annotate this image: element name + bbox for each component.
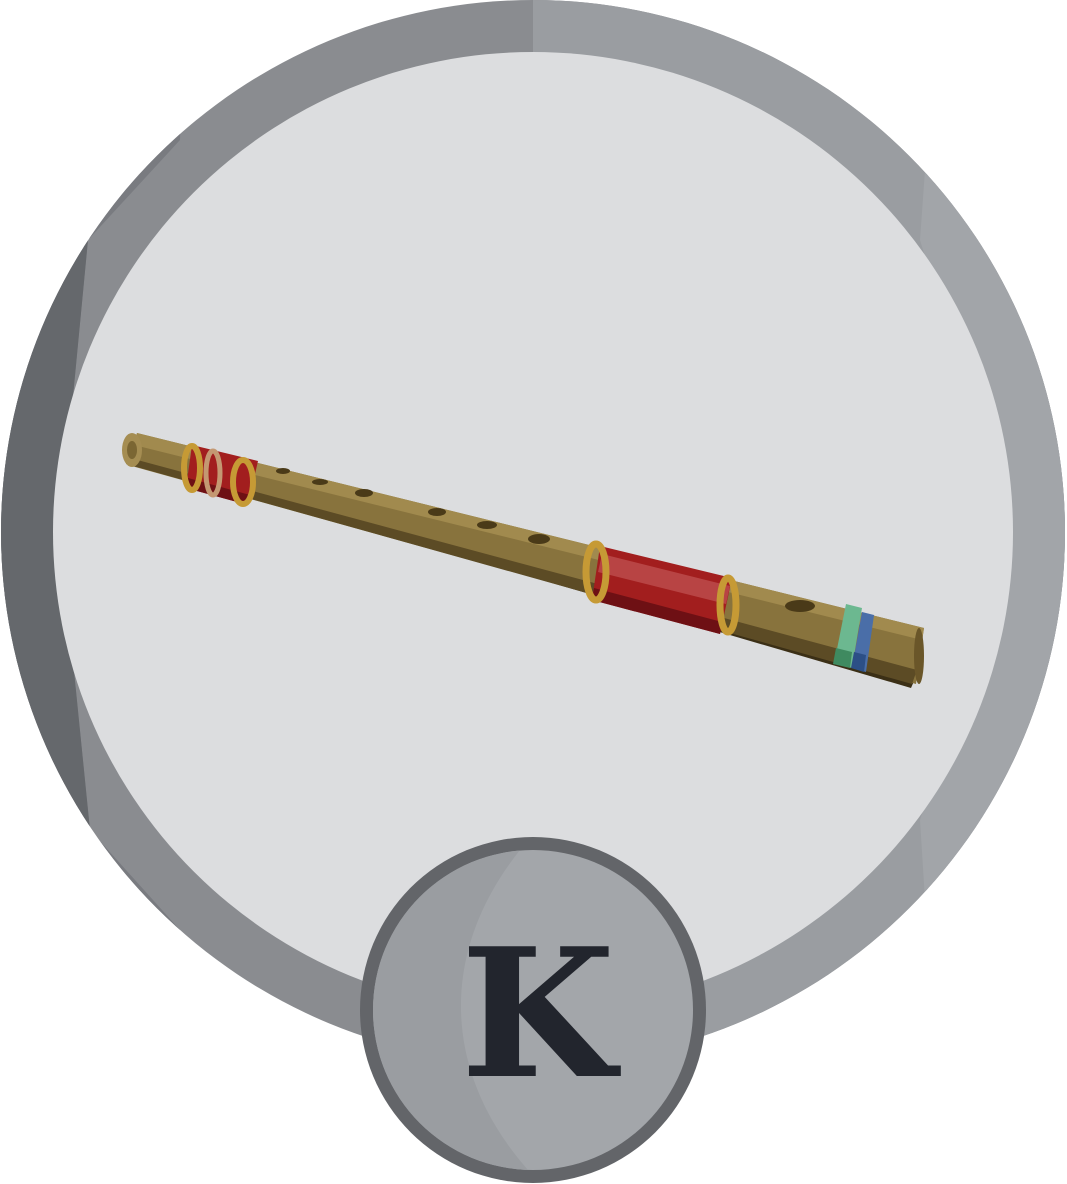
badge-letter: K — [461, 909, 622, 1118]
flute-letter-badge: K — [1, 0, 1065, 1183]
letter-badge: K — [360, 837, 706, 1183]
